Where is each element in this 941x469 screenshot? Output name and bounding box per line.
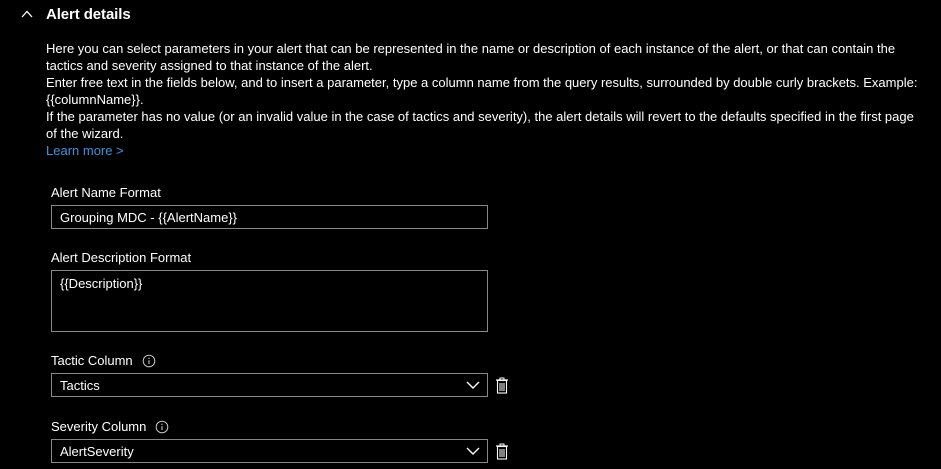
alert-name-input[interactable] <box>51 205 488 229</box>
severity-column-dropdown[interactable]: AlertSeverity <box>51 439 488 463</box>
alert-details-section-toggle[interactable]: Alert details <box>20 2 131 26</box>
severity-column-label: Severity Column <box>51 419 169 434</box>
description-line-1: Here you can select parameters in your a… <box>46 41 896 73</box>
alert-description-label: Alert Description Format <box>51 250 191 265</box>
alert-description-label-text: Alert Description Format <box>51 250 192 265</box>
chevron-down-icon <box>465 377 481 393</box>
learn-more-link[interactable]: Learn more > <box>46 143 124 158</box>
info-icon[interactable] <box>155 420 169 434</box>
severity-column-label-text: Severity Column <box>51 419 147 434</box>
tactic-column-label-text: Tactic Column <box>51 353 133 368</box>
tactic-column-dropdown[interactable]: Tactics <box>51 373 488 397</box>
alert-name-label-text: Alert Name Format <box>51 185 161 200</box>
description-line-3: If the parameter has no value (or an inv… <box>46 109 914 141</box>
section-title: Alert details <box>46 5 131 23</box>
alert-description-textarea[interactable]: {{Description}} <box>51 270 488 332</box>
tactic-column-value: Tactics <box>60 377 100 393</box>
info-icon[interactable] <box>142 354 156 368</box>
description-line-2: Enter free text in the fields below, and… <box>46 75 918 107</box>
chevron-down-icon <box>465 443 481 459</box>
alert-name-label: Alert Name Format <box>51 185 161 200</box>
trash-icon[interactable] <box>494 442 510 460</box>
alert-details-page: Alert details Here you can select parame… <box>0 0 941 469</box>
tactic-column-label: Tactic Column <box>51 353 156 368</box>
chevron-up-icon <box>20 7 34 21</box>
section-description: Here you can select parameters in your a… <box>46 40 926 159</box>
severity-column-value: AlertSeverity <box>60 443 134 459</box>
trash-icon[interactable] <box>494 376 510 394</box>
